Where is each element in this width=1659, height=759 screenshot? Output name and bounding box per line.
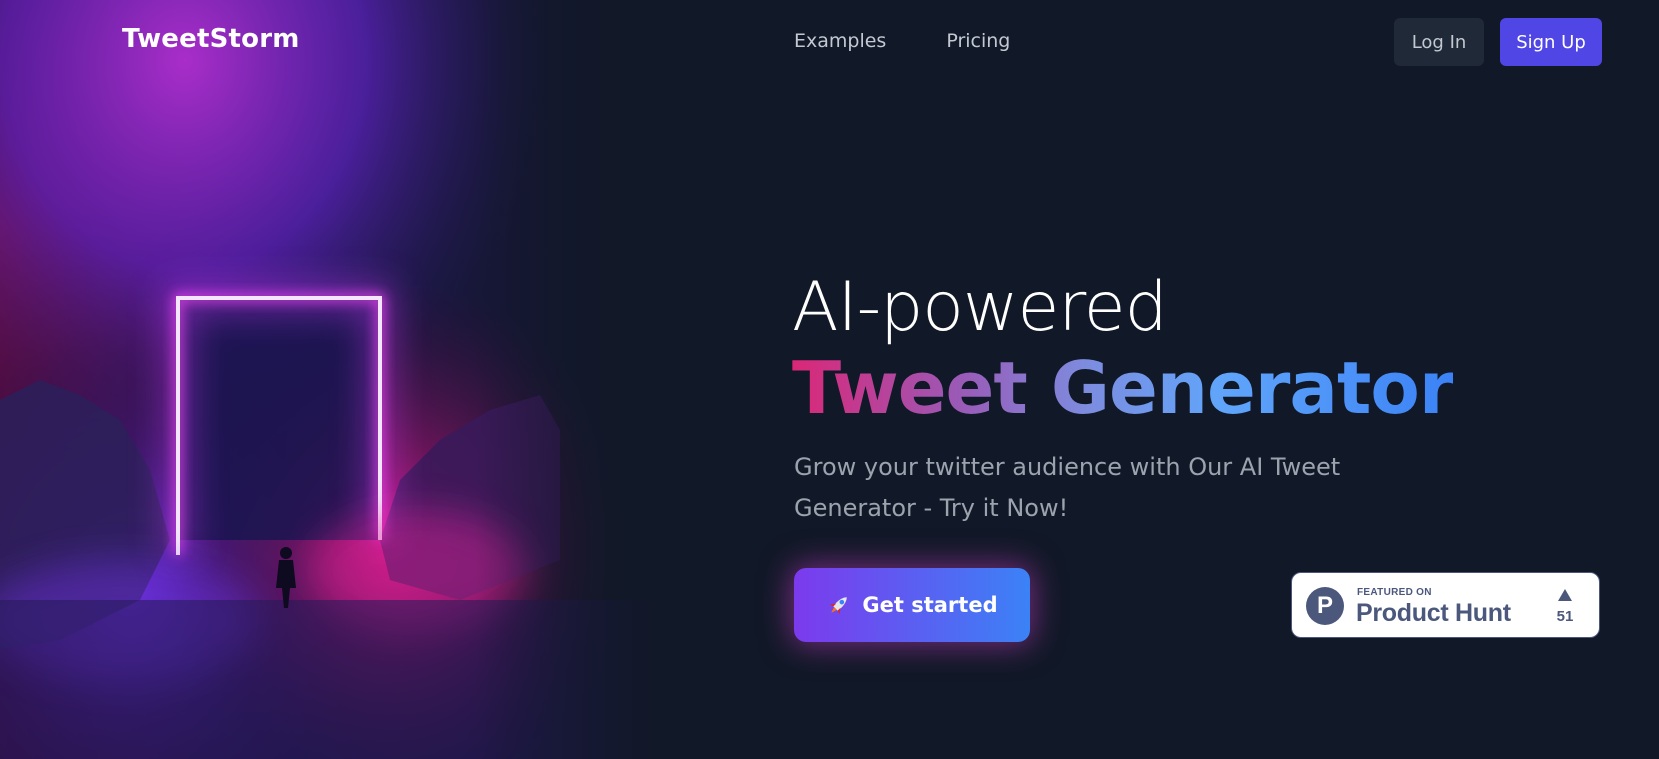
- hero-subtitle: Grow your twitter audience with Our AI T…: [794, 453, 1341, 522]
- hero-artwork: [0, 0, 660, 759]
- hero-headline-line1: AI-powered: [792, 268, 1168, 347]
- upvote-triangle-icon: [1550, 587, 1580, 606]
- product-hunt-logo: P: [1306, 587, 1344, 625]
- product-hunt-featured-label: FEATURED ON: [1357, 587, 1432, 598]
- neon-portal-illustration: [0, 0, 660, 759]
- nav-link-pricing[interactable]: Pricing: [946, 30, 1010, 52]
- upvote-count: 51: [1556, 608, 1574, 625]
- hero-headline-line2: Tweet Generator: [792, 346, 1454, 430]
- get-started-label: Get started: [862, 593, 998, 617]
- product-hunt-name: Product Hunt: [1356, 599, 1511, 627]
- login-button[interactable]: Log In: [1394, 18, 1484, 66]
- product-hunt-badge[interactable]: P FEATURED ON Product Hunt 51: [1291, 572, 1600, 638]
- signup-button[interactable]: Sign Up: [1500, 18, 1602, 66]
- main-nav: Examples Pricing: [794, 30, 1010, 52]
- landing-page: TweetStorm Examples Pricing Log In Sign …: [0, 0, 1659, 759]
- nav-link-examples[interactable]: Examples: [794, 30, 886, 52]
- brand-logo[interactable]: TweetStorm: [122, 24, 300, 54]
- get-started-button[interactable]: Get started: [794, 568, 1030, 642]
- rocket-icon: [826, 592, 852, 618]
